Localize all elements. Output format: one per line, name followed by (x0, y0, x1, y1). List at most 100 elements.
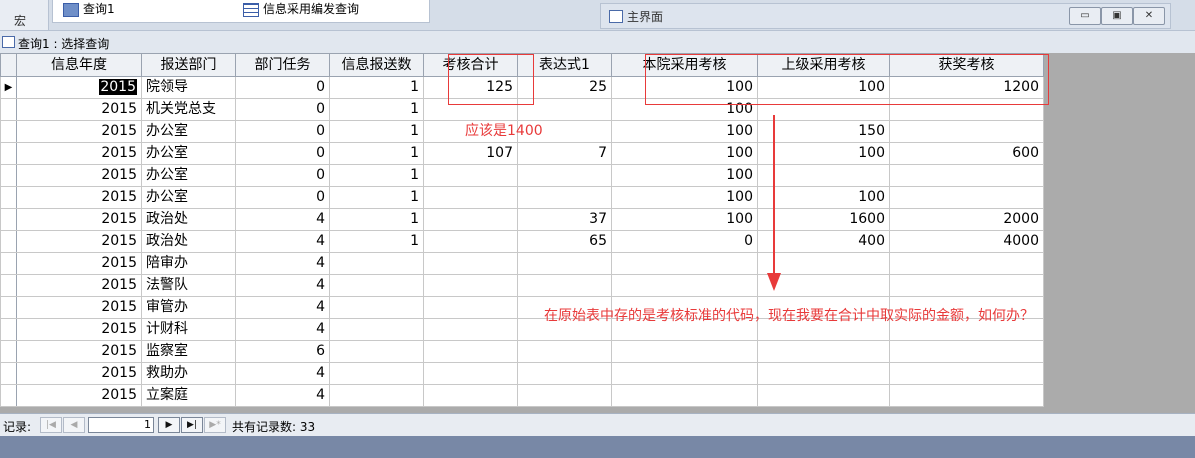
table-cell[interactable]: 6 (235, 340, 330, 363)
table-cell[interactable] (423, 274, 518, 297)
table-cell[interactable] (757, 340, 890, 363)
table-cell[interactable]: 办公室 (141, 120, 236, 143)
record-selector[interactable] (0, 164, 17, 187)
record-selector[interactable] (0, 120, 17, 143)
table-cell[interactable] (517, 164, 612, 187)
table-cell[interactable]: 监察室 (141, 340, 236, 363)
record-selector[interactable] (0, 340, 17, 363)
table-cell[interactable]: 1 (329, 120, 424, 143)
table-cell[interactable] (423, 296, 518, 319)
table-cell[interactable]: 1 (329, 98, 424, 121)
table-cell[interactable]: 2015 (16, 186, 142, 209)
table-cell[interactable]: 2015 (16, 384, 142, 407)
table-cell[interactable] (757, 362, 890, 385)
table-row[interactable]: 2015 办公室 0 1 100 (0, 164, 1044, 187)
table-cell[interactable] (889, 120, 1044, 143)
table-cell[interactable] (517, 340, 612, 363)
first-record-button[interactable]: |◀ (40, 417, 62, 433)
table-cell[interactable]: 107 (423, 142, 518, 165)
table-cell[interactable]: 1 (329, 76, 424, 99)
record-selector[interactable] (0, 274, 17, 297)
main-window-titlebar[interactable]: 主界面 ▭ ▣ ✕ (600, 3, 1171, 29)
table-cell[interactable]: 100 (611, 142, 758, 165)
table-cell[interactable]: 办公室 (141, 164, 236, 187)
table-cell[interactable]: 0 (235, 76, 330, 99)
table-cell[interactable] (889, 340, 1044, 363)
record-selector[interactable] (0, 252, 17, 275)
table-cell[interactable]: 0 (235, 186, 330, 209)
table-cell[interactable] (329, 318, 424, 341)
current-record-indicator[interactable]: ▶ (0, 76, 17, 99)
table-cell[interactable]: 0 (611, 230, 758, 253)
table-cell[interactable]: 2015 (16, 274, 142, 297)
table-row[interactable]: 2015 陪审办 4 (0, 252, 1044, 275)
previous-record-button[interactable]: ◀ (63, 417, 85, 433)
table-cell[interactable]: 100 (611, 120, 758, 143)
table-cell[interactable]: 1 (329, 230, 424, 253)
record-selector[interactable] (0, 208, 17, 231)
table-cell[interactable]: 2015 (16, 230, 142, 253)
table-cell[interactable] (329, 296, 424, 319)
table-cell[interactable] (611, 340, 758, 363)
table-cell[interactable] (889, 186, 1044, 209)
table-cell[interactable]: 法警队 (141, 274, 236, 297)
table-cell[interactable]: 院领导 (141, 76, 236, 99)
table-cell[interactable]: 机关党总支 (141, 98, 236, 121)
table-cell[interactable] (423, 164, 518, 187)
restore-button[interactable]: ▣ (1101, 7, 1133, 25)
record-selector[interactable] (0, 186, 17, 209)
table-cell[interactable] (889, 164, 1044, 187)
record-selector[interactable] (0, 98, 17, 121)
table-cell[interactable] (329, 362, 424, 385)
table-cell[interactable] (423, 208, 518, 231)
table-cell[interactable] (423, 340, 518, 363)
table-cell[interactable]: 1 (329, 186, 424, 209)
record-selector[interactable] (0, 362, 17, 385)
column-header[interactable]: 报送部门 (141, 53, 236, 77)
table-cell[interactable] (517, 362, 612, 385)
table-cell[interactable]: 政治处 (141, 230, 236, 253)
table-cell[interactable] (611, 384, 758, 407)
table-cell[interactable] (329, 340, 424, 363)
table-cell[interactable]: 审管办 (141, 296, 236, 319)
table-cell[interactable]: 4 (235, 252, 330, 275)
table-cell[interactable]: 0 (235, 142, 330, 165)
nav-item-info-query[interactable]: 信息采用编发查询 (241, 1, 359, 17)
record-selector[interactable] (0, 142, 17, 165)
table-cell[interactable]: 65 (517, 230, 612, 253)
table-cell[interactable]: 2015 (16, 120, 142, 143)
table-cell[interactable]: 4 (235, 318, 330, 341)
table-cell[interactable]: 2015 (16, 208, 142, 231)
record-selector[interactable] (0, 230, 17, 253)
table-cell[interactable]: 4 (235, 362, 330, 385)
table-cell[interactable]: 0 (235, 164, 330, 187)
table-cell[interactable]: 37 (517, 208, 612, 231)
record-selector[interactable] (0, 296, 17, 319)
table-cell[interactable]: 立案庭 (141, 384, 236, 407)
table-cell[interactable]: 2015 (16, 318, 142, 341)
table-cell[interactable] (889, 384, 1044, 407)
table-cell[interactable]: 7 (517, 142, 612, 165)
table-cell[interactable] (423, 230, 518, 253)
table-cell[interactable]: 2015 (16, 98, 142, 121)
table-cell[interactable]: 2015 (16, 296, 142, 319)
table-cell[interactable]: 1 (329, 164, 424, 187)
table-cell[interactable] (517, 252, 612, 275)
table-cell[interactable] (517, 186, 612, 209)
table-cell[interactable]: 计财科 (141, 318, 236, 341)
table-cell[interactable]: 2015 (16, 164, 142, 187)
table-cell[interactable] (423, 384, 518, 407)
table-row[interactable]: 2015 政治处 4 1 37 100 1600 2000 (0, 208, 1044, 231)
table-cell[interactable] (517, 384, 612, 407)
table-cell[interactable]: 0 (235, 120, 330, 143)
table-cell[interactable]: 100 (611, 186, 758, 209)
table-cell[interactable]: 1 (329, 142, 424, 165)
table-cell[interactable]: 2015 (16, 340, 142, 363)
last-record-button[interactable]: ▶| (181, 417, 203, 433)
table-cell[interactable]: 4 (235, 384, 330, 407)
table-cell[interactable]: 2000 (889, 208, 1044, 231)
table-cell[interactable] (889, 274, 1044, 297)
table-row[interactable]: 2015 政治处 4 1 65 0 400 4000 (0, 230, 1044, 253)
table-cell[interactable]: 2015 (16, 252, 142, 275)
close-button[interactable]: ✕ (1133, 7, 1165, 25)
